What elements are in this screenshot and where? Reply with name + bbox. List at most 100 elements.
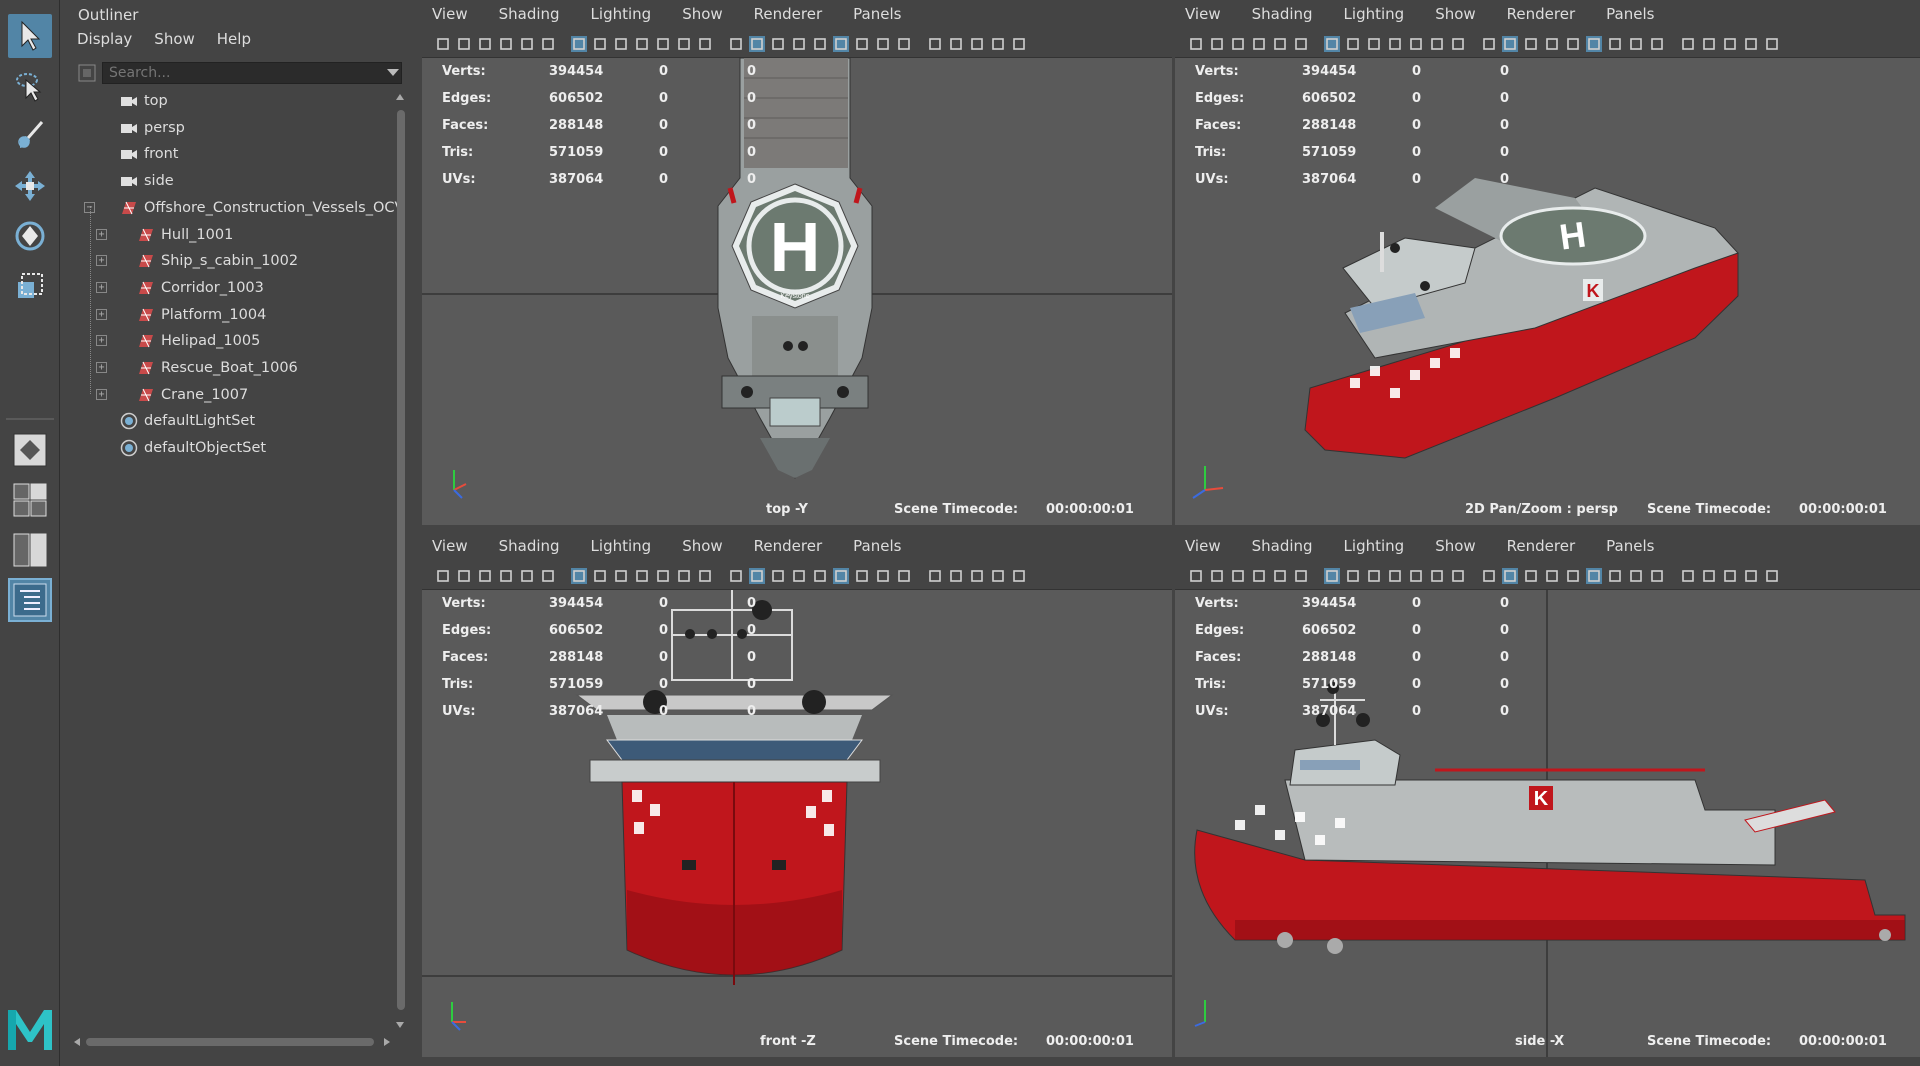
default-material-icon[interactable] [790, 567, 808, 585]
motion-blur-icon[interactable] [1679, 35, 1697, 53]
wireframe-on-shaded-icon[interactable] [1522, 567, 1540, 585]
move-tool-icon[interactable] [8, 164, 52, 208]
outliner-item[interactable]: Offshore_Construction_Vessels_OCV [120, 195, 404, 221]
lasso-tool-icon[interactable] [8, 64, 52, 108]
field-chart-icon[interactable] [654, 35, 672, 53]
use-all-lights-icon[interactable] [1606, 567, 1624, 585]
grid-icon[interactable] [1323, 567, 1341, 585]
scroll-down-icon[interactable] [395, 1020, 405, 1030]
outliner-layout-icon[interactable] [8, 578, 52, 622]
viewport-menu-shading[interactable]: Shading [499, 5, 560, 23]
viewport-menu-panels[interactable]: Panels [1606, 5, 1654, 23]
bookmark-icon[interactable] [476, 35, 494, 53]
grid-icon[interactable] [570, 567, 588, 585]
expand-toggle-icon[interactable]: + [96, 228, 107, 240]
select-camera-icon[interactable] [1187, 567, 1205, 585]
xray-joints-icon[interactable] [1763, 35, 1781, 53]
image-plane-icon[interactable] [1250, 35, 1268, 53]
scroll-up-icon[interactable] [395, 92, 405, 102]
textured-icon[interactable] [1585, 35, 1603, 53]
2d-pan-zoom-icon[interactable] [518, 35, 536, 53]
film-gate-icon[interactable] [1344, 567, 1362, 585]
safe-action-icon[interactable] [675, 567, 693, 585]
menu-display[interactable]: Display [77, 30, 132, 48]
image-plane-icon[interactable] [497, 567, 515, 585]
viewport-menu-renderer[interactable]: Renderer [1507, 5, 1575, 23]
film-gate-icon[interactable] [1344, 35, 1362, 53]
textured-icon[interactable] [832, 35, 850, 53]
image-plane-icon[interactable] [1250, 567, 1268, 585]
scroll-right-icon[interactable] [382, 1037, 392, 1047]
film-gate-icon[interactable] [591, 35, 609, 53]
film-gate-icon[interactable] [591, 567, 609, 585]
expand-toggle-icon[interactable]: + [96, 255, 107, 267]
camera-attributes-icon[interactable] [1208, 567, 1226, 585]
search-dropdown-icon[interactable] [387, 69, 399, 76]
depth-of-field-icon[interactable] [1721, 567, 1739, 585]
wireframe-on-shaded-icon[interactable] [769, 567, 787, 585]
grease-pencil-icon[interactable] [1292, 567, 1310, 585]
paint-select-tool-icon[interactable] [8, 114, 52, 158]
outliner-horizontal-scrollbar[interactable] [72, 1034, 392, 1048]
xray-icon[interactable] [811, 35, 829, 53]
wireframe-icon[interactable] [1480, 567, 1498, 585]
safe-title-icon[interactable] [1449, 35, 1467, 53]
outliner-item[interactable]: side [120, 168, 174, 194]
viewport-front[interactable]: View Shading Lighting Show Renderer Panels [422, 532, 1172, 1057]
vertical-scroll-thumb[interactable] [397, 110, 405, 1010]
outliner-item[interactable]: top [120, 88, 168, 114]
select-camera-icon[interactable] [434, 567, 452, 585]
outliner-item[interactable]: Helipad_1005 [137, 328, 260, 354]
select-camera-icon[interactable] [434, 35, 452, 53]
wireframe-icon[interactable] [1480, 35, 1498, 53]
viewport-side[interactable]: View Shading Lighting Show Renderer Panels K [1175, 532, 1920, 1057]
viewport-menu-view[interactable]: View [432, 5, 468, 23]
wireframe-icon[interactable] [727, 35, 745, 53]
motion-blur-icon[interactable] [1679, 567, 1697, 585]
wireframe-icon[interactable] [727, 567, 745, 585]
xray-icon[interactable] [1564, 567, 1582, 585]
outliner-vertical-scrollbar[interactable] [395, 92, 405, 1032]
2d-pan-zoom-icon[interactable] [1271, 567, 1289, 585]
viewport-menu-show[interactable]: Show [1435, 5, 1475, 23]
grid-icon[interactable] [570, 35, 588, 53]
viewport-menu-renderer[interactable]: Renderer [754, 537, 822, 555]
camera-attributes-icon[interactable] [455, 35, 473, 53]
viewport-menu-panels[interactable]: Panels [1606, 537, 1654, 555]
grease-pencil-icon[interactable] [1292, 35, 1310, 53]
safe-action-icon[interactable] [675, 35, 693, 53]
xray-icon[interactable] [1564, 35, 1582, 53]
gate-mask-icon[interactable] [633, 567, 651, 585]
isolate-select-icon[interactable] [989, 567, 1007, 585]
viewport-menu-lighting[interactable]: Lighting [591, 5, 652, 23]
horizontal-scroll-thumb[interactable] [86, 1038, 374, 1046]
isolate-select-icon[interactable] [1742, 35, 1760, 53]
smooth-shade-icon[interactable] [1501, 567, 1519, 585]
motion-blur-icon[interactable] [926, 35, 944, 53]
gate-mask-icon[interactable] [1386, 567, 1404, 585]
grease-pencil-icon[interactable] [539, 35, 557, 53]
anti-aliasing-icon[interactable] [947, 567, 965, 585]
use-all-lights-icon[interactable] [1606, 35, 1624, 53]
xray-joints-icon[interactable] [1010, 35, 1028, 53]
viewport-menu-view[interactable]: View [432, 537, 468, 555]
gate-mask-icon[interactable] [633, 35, 651, 53]
outliner-item[interactable]: Rescue_Boat_1006 [137, 355, 298, 381]
scale-tool-icon[interactable] [8, 264, 52, 308]
default-material-icon[interactable] [1543, 35, 1561, 53]
select-camera-icon[interactable] [1187, 35, 1205, 53]
menu-help[interactable]: Help [217, 30, 251, 48]
viewport-top[interactable]: View Shading Lighting Show Renderer Panels H … [422, 0, 1172, 525]
anti-aliasing-icon[interactable] [1700, 35, 1718, 53]
viewport-menu-show[interactable]: Show [1435, 537, 1475, 555]
depth-of-field-icon[interactable] [968, 35, 986, 53]
bookmark-icon[interactable] [1229, 567, 1247, 585]
bookmark-icon[interactable] [1229, 35, 1247, 53]
safe-action-icon[interactable] [1428, 567, 1446, 585]
bookmark-icon[interactable] [476, 567, 494, 585]
outliner-item[interactable]: front [120, 141, 179, 167]
use-all-lights-icon[interactable] [853, 567, 871, 585]
2d-pan-zoom-icon[interactable] [1271, 35, 1289, 53]
grid-icon[interactable] [1323, 35, 1341, 53]
2d-pan-zoom-icon[interactable] [518, 567, 536, 585]
